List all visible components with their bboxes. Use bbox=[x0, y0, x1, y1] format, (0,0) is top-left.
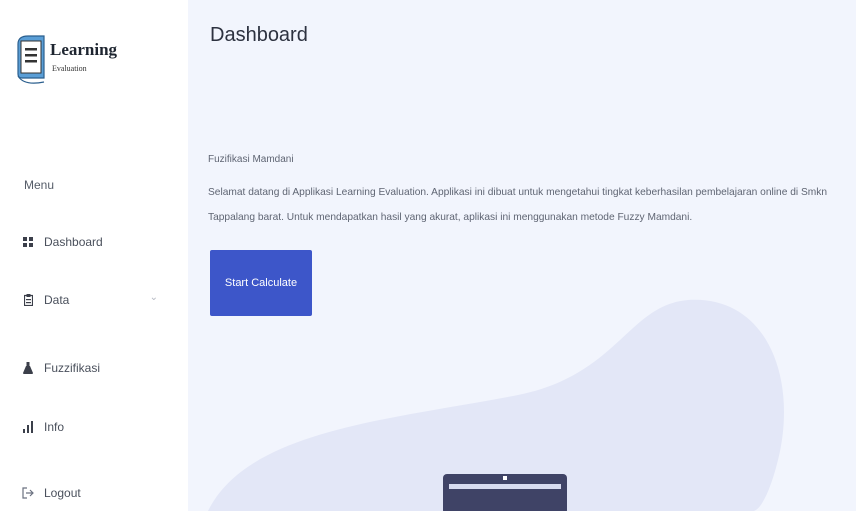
brand-title: Learning bbox=[50, 40, 118, 59]
sidebar-item-label: Logout bbox=[44, 486, 81, 500]
intro-text: Selamat datang di Applikasi Learning Eva… bbox=[208, 187, 828, 223]
brand-subtitle: Evaluation bbox=[52, 64, 87, 73]
laptop-illustration bbox=[443, 474, 567, 511]
sidebar-item-label: Data bbox=[44, 293, 70, 307]
sidebar-item-label: Fuzzifikasi bbox=[44, 361, 101, 375]
page-title: Dashboard bbox=[210, 24, 308, 46]
grid-icon bbox=[22, 235, 34, 249]
sidebar-item-label: Info bbox=[44, 420, 65, 434]
logout-icon bbox=[22, 486, 34, 500]
bar-chart-icon bbox=[22, 420, 34, 434]
sidebar-item-logout[interactable]: Logout bbox=[22, 482, 172, 504]
sidebar-item-data[interactable]: Data ⌄ bbox=[22, 289, 172, 311]
clipboard-icon bbox=[22, 293, 34, 307]
sidebar-item-label: Dashboard bbox=[44, 235, 103, 249]
brand-logo[interactable]: Learning Evaluation bbox=[14, 28, 124, 90]
menu-heading: Menu bbox=[24, 178, 55, 192]
main-content: Dashboard Fuzifikasi Mamdani Selamat dat… bbox=[188, 0, 856, 511]
sidebar: Learning Evaluation Menu Dashboard Data … bbox=[0, 0, 190, 511]
intro-heading: Fuzifikasi Mamdani bbox=[208, 154, 294, 165]
sidebar-item-fuzzifikasi[interactable]: Fuzzifikasi bbox=[22, 357, 172, 379]
flask-icon bbox=[22, 361, 34, 375]
book-logo-icon bbox=[17, 35, 45, 84]
app-window: Learning Evaluation Menu Dashboard Data … bbox=[0, 0, 856, 511]
sidebar-item-dashboard[interactable]: Dashboard bbox=[22, 231, 172, 253]
sidebar-item-info[interactable]: Info bbox=[22, 416, 172, 438]
start-calculate-button[interactable]: Start Calculate bbox=[210, 250, 312, 316]
chevron-down-icon[interactable]: ⌄ bbox=[150, 292, 158, 303]
